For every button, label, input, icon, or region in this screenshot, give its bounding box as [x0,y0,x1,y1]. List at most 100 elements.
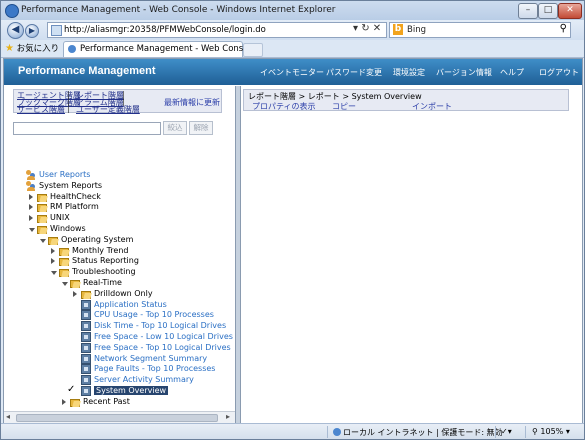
tree-pane: エージェント階層 | レポート階層 | ブックマーク階層 | アラーム階層 | … [4,86,235,423]
tree-node-label[interactable]: Server Activity Summary [94,375,194,384]
collapsed-arrow-icon[interactable] [29,204,33,211]
collapsed-arrow-icon[interactable] [29,215,33,222]
collapsed-arrow-icon[interactable] [73,290,77,297]
folder-icon [59,268,69,278]
scrollbar-thumb[interactable] [16,414,218,422]
collapsed-arrow-icon[interactable] [51,258,55,265]
tree-node-label[interactable]: Monthly Trend [72,246,128,255]
address-bar[interactable]: http://aliasmgr:20358/PFMWebConsole/logi… [47,22,387,38]
collapsed-arrow-icon[interactable] [51,247,55,254]
tree-node-label[interactable]: Free Space - Low 10 Logical Drives [94,332,233,341]
clear-button[interactable]: 解除 [189,121,213,135]
browser-tab[interactable]: Performance Management - Web Console [63,41,256,57]
tree-node-label[interactable]: User Reports [39,170,90,179]
close-button[interactable]: ✕ [558,3,582,19]
back-arrow-icon[interactable]: ◀ [7,22,24,39]
protected-mode-icon[interactable]: ✓▾ [501,427,512,436]
minimize-button[interactable]: – [518,3,538,19]
page-content: Performance Management イベントモニター パスワード変更 … [3,58,583,424]
report-icon [81,310,91,321]
report-icon [81,375,91,386]
tree-node-label[interactable]: Drilldown Only [94,289,153,298]
import-link[interactable]: インポート [412,101,452,112]
tree-node[interactable]: Recent Past [4,397,235,409]
report-icon [81,353,91,364]
horizontal-scrollbar[interactable]: ◂ ▸ [4,411,235,423]
filter-input[interactable] [13,122,161,135]
collapsed-arrow-icon[interactable] [62,398,66,405]
tree-node-label[interactable]: Status Reporting [72,256,139,265]
folder-icon [70,398,80,407]
menu-version-info[interactable]: バージョン情報 [436,67,492,78]
address-row: ◀ ▶ http://aliasmgr:20358/PFMWebConsole/… [1,20,584,40]
zone-text: ローカル イントラネット | 保護モード: 無効 [343,428,503,437]
folder-icon [37,193,47,202]
report-icon [81,386,91,396]
tree-node-label[interactable]: CPU Usage - Top 10 Processes [94,310,214,319]
expanded-arrow-icon[interactable] [29,228,35,232]
tree-node-label[interactable]: Troubleshooting [72,267,136,276]
search-icon[interactable]: ⚲ [560,23,567,34]
tree-node-label[interactable]: HealthCheck [50,192,101,201]
tree-node-label[interactable]: Disk Time - Top 10 Logical Drives [94,321,226,330]
maximize-button[interactable]: □ [538,3,558,19]
expanded-arrow-icon[interactable] [62,282,68,286]
tree-node-label[interactable]: Real-Time [83,278,122,287]
report-icon [81,321,91,332]
folder-icon [37,214,47,224]
favorites-button[interactable]: ★ お気に入り [5,42,59,54]
ie-icon [5,4,19,18]
scroll-left-icon[interactable]: ◂ [6,412,10,421]
filter-button[interactable]: 絞込 [163,121,187,135]
hierarchy-links: エージェント階層 | レポート階層 | ブックマーク階層 | アラーム階層 | … [13,89,222,115]
refresh-stop-icons[interactable]: ▾ ↻ ✕ [353,23,381,34]
tree-node-label[interactable]: Application Status [94,300,167,309]
separator: | [67,104,70,113]
tree-node-label[interactable]: System Overview [94,386,169,395]
users-icon [26,170,37,180]
tab-row: ★ お気に入り Performance Management - Web Con… [1,40,584,58]
tree-node-label[interactable]: System Reports [39,181,102,190]
tab-icon [68,45,76,53]
report-icon [81,364,91,375]
tree-node-label[interactable]: Free Space - Top 10 Logical Drives [94,343,231,352]
security-zone: ローカル イントラネット | 保護モード: 無効 [333,427,503,438]
expanded-arrow-icon[interactable] [51,271,57,276]
tree-node-label[interactable]: Recent Past [83,397,130,406]
expanded-arrow-icon[interactable] [40,238,46,243]
tree-node-label[interactable]: RM Platform [50,202,99,211]
tree-node-label[interactable]: Operating System [61,235,133,244]
menu-logout[interactable]: ログアウト [539,67,579,78]
link-user-defined-hierarchy[interactable]: ユーザー定義階層 [76,104,140,115]
search-input[interactable]: Bing [407,25,426,35]
show-properties-link[interactable]: プロパティの表示 [252,101,316,112]
menu-change-password[interactable]: パスワード変更 [326,67,382,78]
divider [495,426,496,438]
menu-event-monitor[interactable]: イベントモニター [260,67,324,78]
collapsed-arrow-icon[interactable] [29,193,33,200]
tab-title: Performance Management - Web Console [80,44,257,54]
new-tab-button[interactable] [243,43,263,57]
copy-link[interactable]: コピー [332,101,356,112]
divider [327,426,328,438]
title-bar: Performance Management - Web Console - W… [1,1,584,20]
search-box[interactable]: b Bing ⚲ [389,22,571,38]
menu-settings[interactable]: 環境設定 [393,67,425,78]
tree-node-label[interactable]: Windows [50,224,86,233]
tree-node-label[interactable]: Network Segment Summary [94,354,207,363]
tree-node-label[interactable]: Page Faults - Top 10 Processes [94,364,215,373]
tree-node-label[interactable]: UNIX [50,213,70,222]
zoom-control[interactable]: ⚲ 105% ▾ [532,427,570,436]
link-service-hierarchy[interactable]: サービス階層 [17,104,65,115]
breadcrumb-bar: レポート階層 > レポート > System Overview プロパティの表示… [243,89,569,111]
app-brand: Performance Management [18,65,156,77]
forward-arrow-icon[interactable]: ▶ [25,24,39,38]
scroll-right-icon[interactable]: ▸ [226,412,230,421]
divider [525,426,526,438]
refresh-link[interactable]: 最新情報に更新 [164,97,220,108]
app-header: Performance Management イベントモニター パスワード変更 … [4,59,582,85]
folder-icon [59,247,69,256]
menu-help[interactable]: ヘルプ [500,67,524,78]
users-icon [26,180,37,191]
address-url[interactable]: http://aliasmgr:20358/PFMWebConsole/logi… [64,25,266,35]
